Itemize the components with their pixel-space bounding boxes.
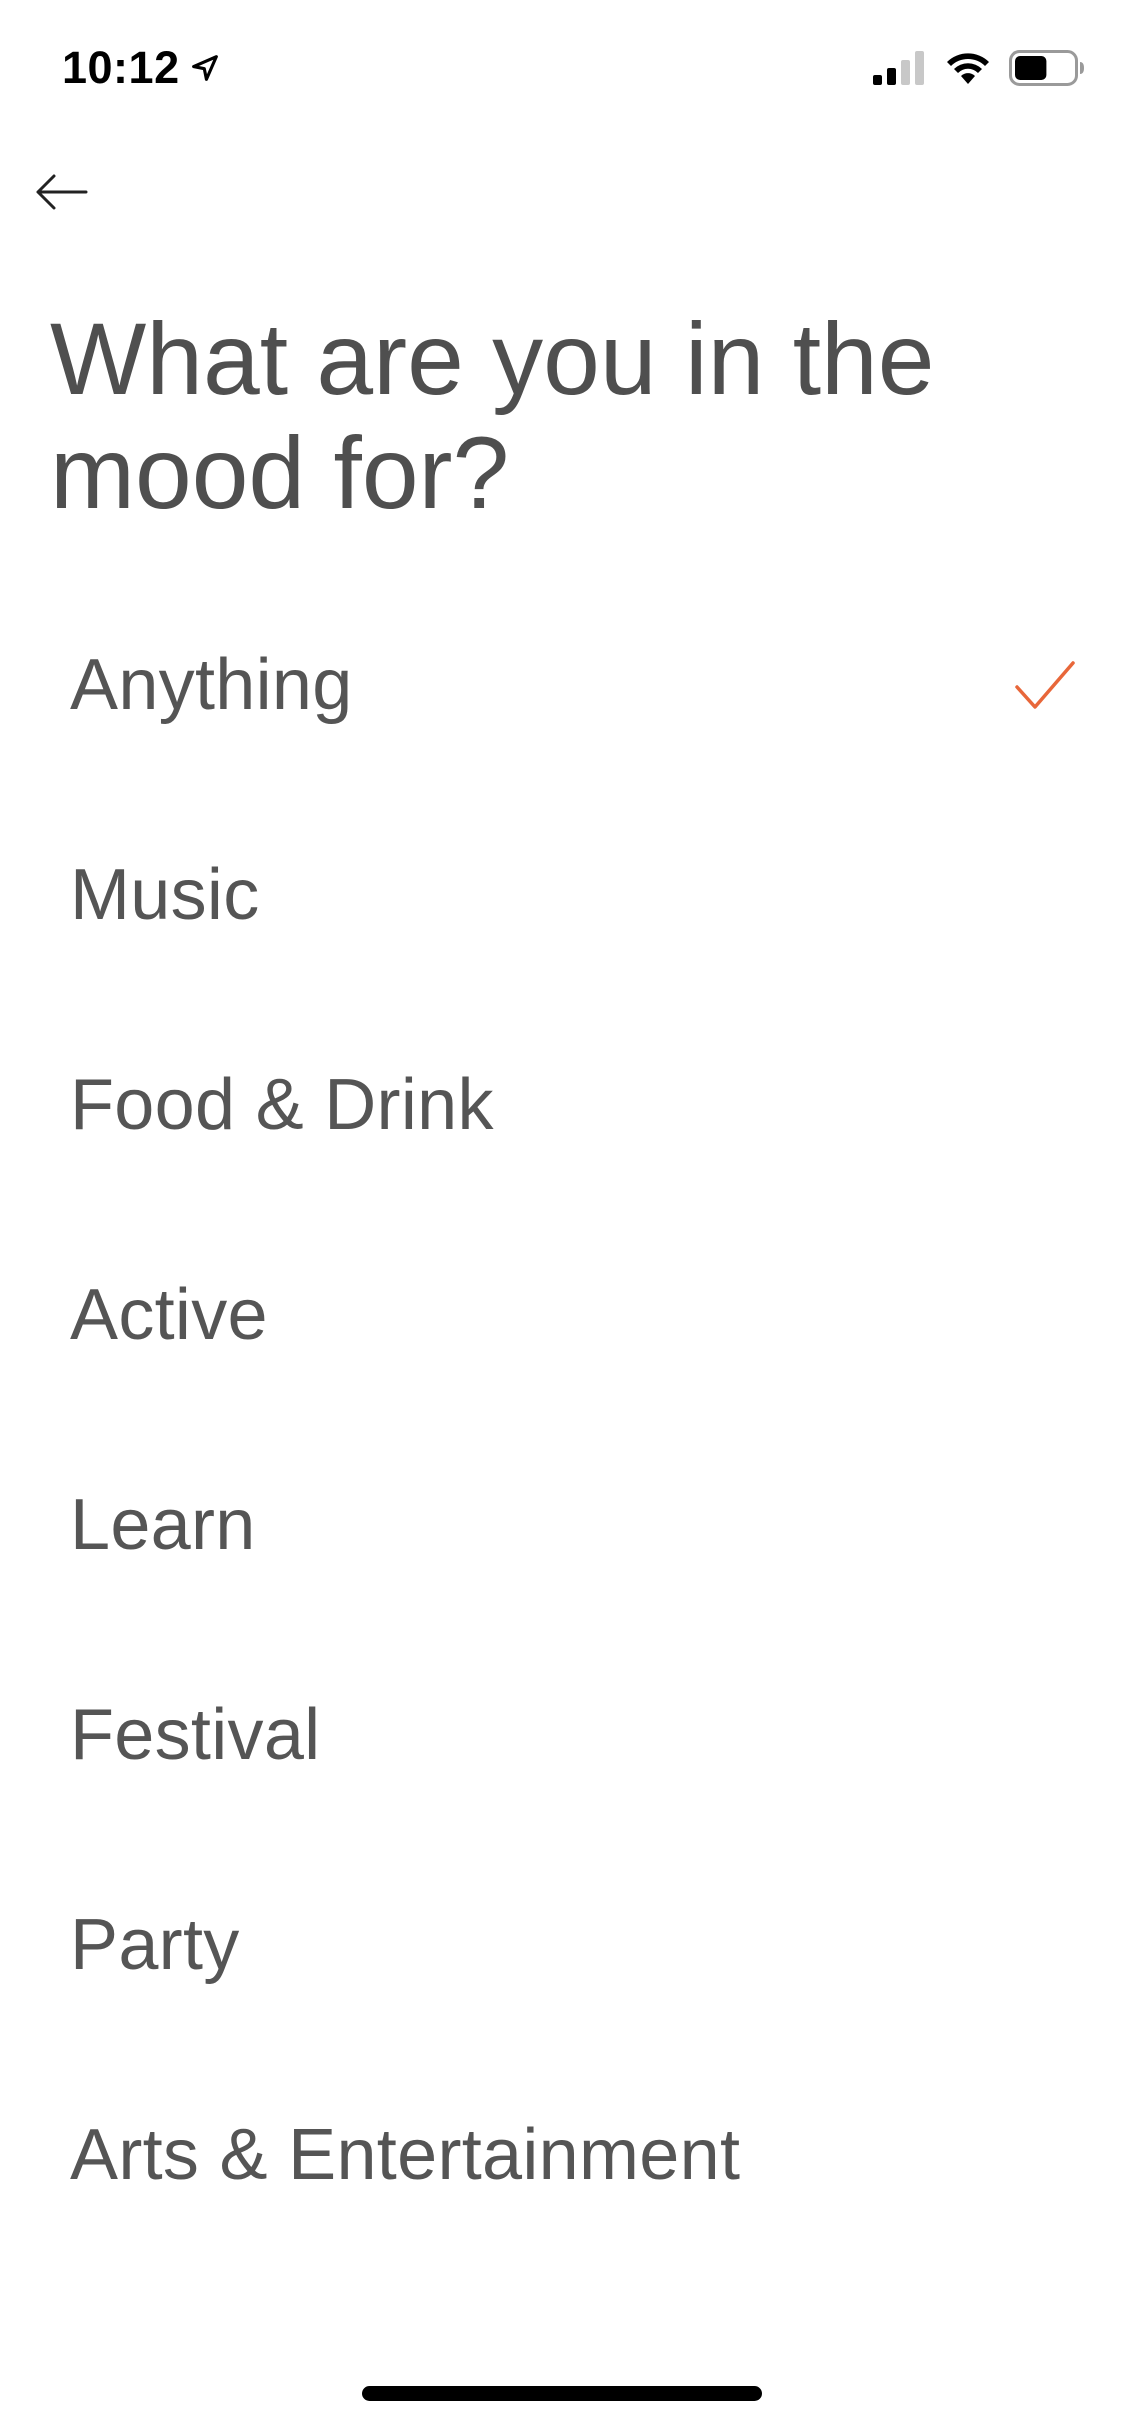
mood-option-label: Anything: [70, 645, 353, 725]
status-time: 10:12: [62, 42, 222, 94]
mood-option-learn[interactable]: Learn: [0, 1420, 1125, 1630]
checkmark-icon: [1015, 661, 1075, 709]
back-button[interactable]: [30, 160, 94, 224]
mood-option-label: Festival: [70, 1695, 321, 1775]
mood-option-party[interactable]: Party: [0, 1840, 1125, 2050]
status-bar: 10:12: [0, 0, 1125, 132]
home-indicator[interactable]: [362, 2386, 762, 2401]
battery-icon: [1009, 50, 1084, 86]
mood-option-arts-entertainment[interactable]: Arts & Entertainment: [0, 2050, 1125, 2260]
mood-option-label: Learn: [70, 1485, 256, 1565]
mood-option-label: Music: [70, 855, 260, 935]
mood-list: Anything Music Food & Drink Active Learn…: [0, 580, 1125, 2260]
status-icons: [873, 50, 1085, 86]
mood-option-label: Arts & Entertainment: [70, 2115, 741, 2195]
location-arrow-icon: [191, 55, 218, 81]
wifi-icon: [947, 53, 989, 84]
mood-option-food-drink[interactable]: Food & Drink: [0, 1000, 1125, 1210]
mood-option-label: Active: [70, 1275, 268, 1355]
mood-option-music[interactable]: Music: [0, 790, 1125, 1000]
arrow-left-icon: [36, 174, 88, 210]
mood-option-active[interactable]: Active: [0, 1210, 1125, 1420]
mood-option-label: Party: [70, 1905, 240, 1985]
mood-option-festival[interactable]: Festival: [0, 1630, 1125, 1840]
mood-option-label: Food & Drink: [70, 1065, 494, 1145]
mood-option-anything[interactable]: Anything: [0, 580, 1125, 790]
status-time-text: 10:12: [62, 42, 180, 93]
page-title: What are you in the mood for?: [50, 302, 935, 530]
cellular-signal-icon: [873, 51, 924, 85]
